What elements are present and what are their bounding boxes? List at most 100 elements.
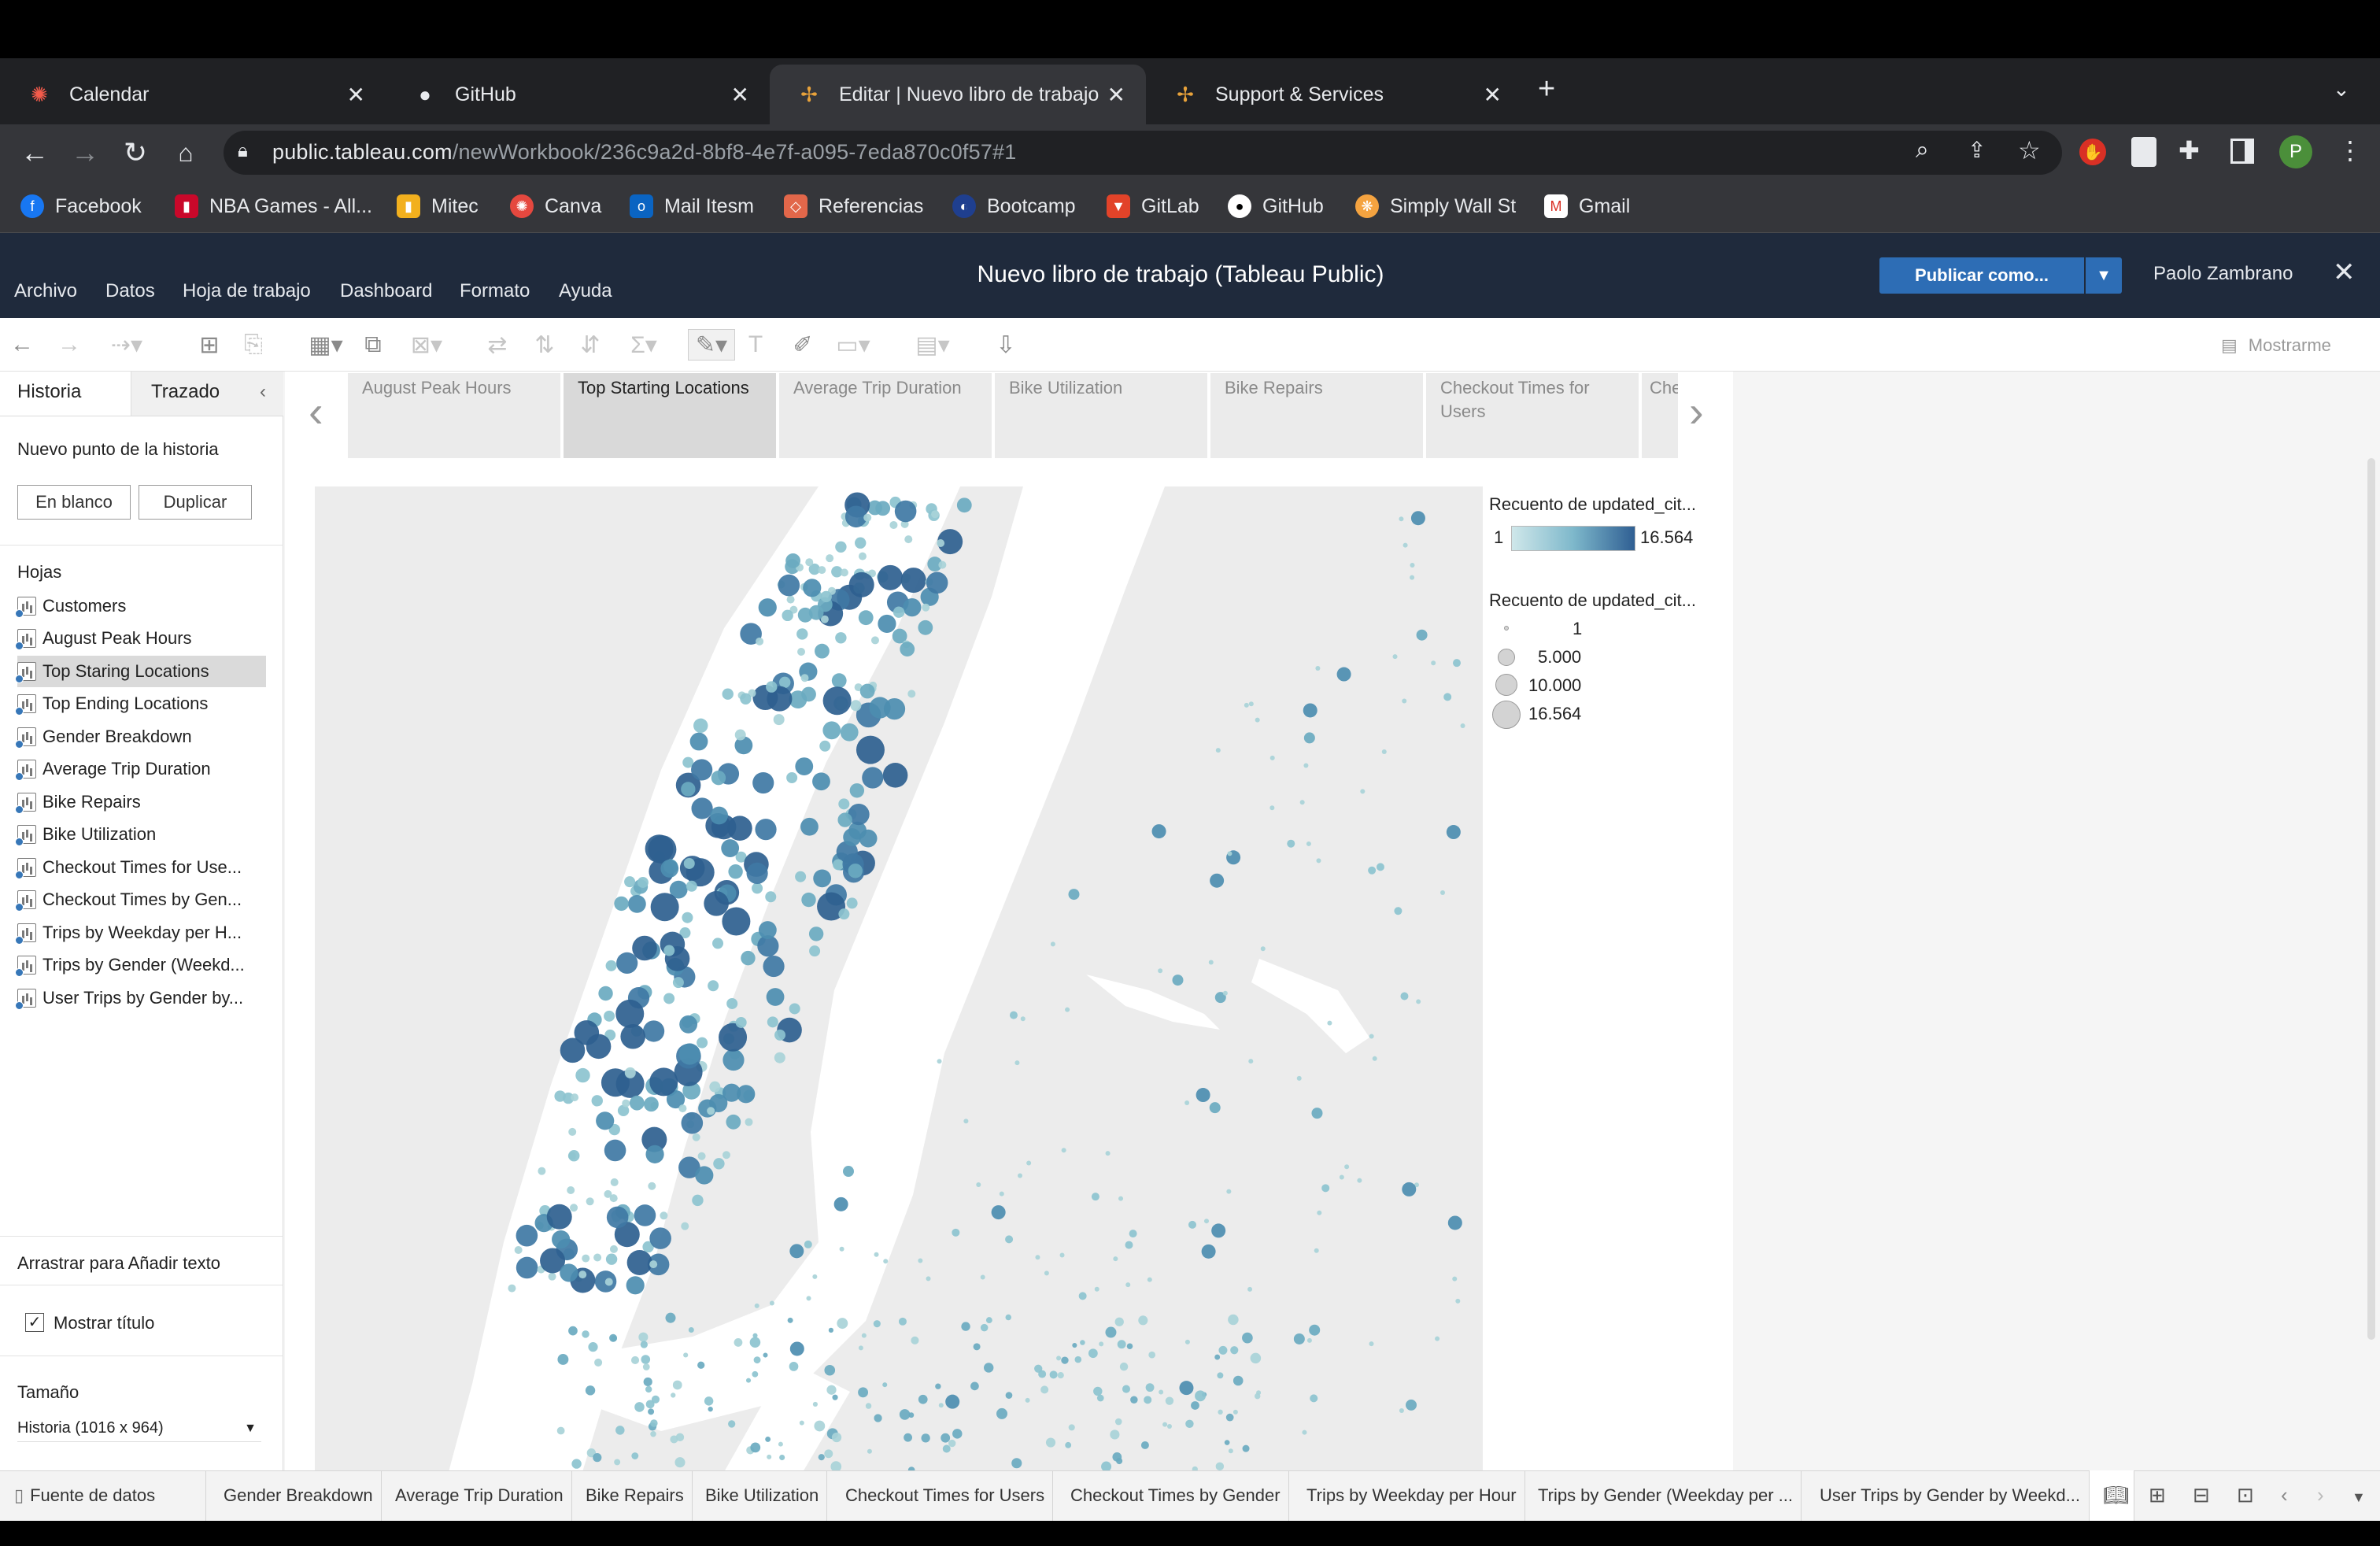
drag-text-object[interactable]: Arrastrar para Añadir texto bbox=[17, 1253, 220, 1274]
station-dot[interactable] bbox=[1399, 1407, 1404, 1413]
sheet-item-trips-by-gender[interactable]: Trips by Gender (Weekd... bbox=[15, 949, 266, 981]
station-dot[interactable] bbox=[670, 1435, 678, 1444]
station-dot[interactable] bbox=[722, 1049, 745, 1071]
station-dot[interactable] bbox=[952, 1228, 960, 1237]
station-dot[interactable] bbox=[1208, 960, 1214, 965]
station-dot[interactable] bbox=[548, 1272, 556, 1281]
station-dot[interactable] bbox=[626, 1276, 645, 1295]
station-dot[interactable] bbox=[626, 1249, 652, 1275]
station-dot[interactable] bbox=[863, 513, 872, 522]
station-dot[interactable] bbox=[840, 723, 859, 742]
station-dot[interactable] bbox=[767, 1016, 778, 1028]
station-dot[interactable] bbox=[568, 1326, 578, 1336]
forward-arrow-icon[interactable]: → bbox=[66, 134, 104, 172]
bookmark-referencias[interactable]: ◇ Referencias bbox=[784, 192, 923, 220]
station-dot[interactable] bbox=[1215, 748, 1221, 753]
station-dot[interactable] bbox=[1110, 1429, 1120, 1440]
station-dot[interactable] bbox=[637, 876, 649, 888]
new-dashboard-icon[interactable]: ⊟ bbox=[2193, 1483, 2210, 1507]
station-dot[interactable] bbox=[774, 1052, 785, 1063]
story-point-bike-utilization[interactable]: Bike Utilization bbox=[995, 373, 1207, 458]
station-dot[interactable] bbox=[763, 1352, 768, 1358]
station-dot[interactable] bbox=[1316, 858, 1321, 864]
bookmark-github[interactable]: ● GitHub bbox=[1228, 192, 1324, 220]
station-dot[interactable] bbox=[1224, 1440, 1230, 1445]
station-dot[interactable] bbox=[726, 997, 738, 1009]
station-dot[interactable] bbox=[1138, 1315, 1148, 1326]
station-dot[interactable] bbox=[801, 892, 816, 908]
station-dot[interactable] bbox=[904, 1433, 913, 1442]
station-dot[interactable] bbox=[596, 1111, 615, 1130]
station-dot[interactable] bbox=[865, 1403, 872, 1409]
station-dot[interactable] bbox=[1191, 1401, 1199, 1410]
station-dot[interactable] bbox=[622, 1099, 630, 1108]
station-dot[interactable] bbox=[820, 590, 832, 603]
station-dot[interactable] bbox=[1248, 701, 1254, 707]
sheet-tab-trips-by-gender[interactable]: Trips by Gender (Weekday per ... bbox=[1530, 1470, 1802, 1521]
station-dot[interactable] bbox=[1185, 1419, 1194, 1428]
station-dot[interactable] bbox=[1336, 667, 1351, 682]
station-dot[interactable] bbox=[918, 1258, 923, 1263]
station-dot[interactable] bbox=[1227, 851, 1232, 856]
station-dot[interactable] bbox=[560, 1037, 586, 1063]
station-dot[interactable] bbox=[786, 595, 795, 604]
station-dot[interactable] bbox=[795, 757, 814, 775]
station-dot[interactable] bbox=[858, 552, 867, 560]
station-dot[interactable] bbox=[1091, 1193, 1099, 1201]
station-dot[interactable] bbox=[795, 871, 807, 882]
station-dot[interactable] bbox=[508, 1284, 516, 1293]
station-dot[interactable] bbox=[1372, 1056, 1377, 1061]
station-dot[interactable] bbox=[985, 1317, 992, 1324]
station-dot[interactable] bbox=[812, 1274, 818, 1279]
station-dot[interactable] bbox=[837, 1318, 848, 1330]
station-dot[interactable] bbox=[1321, 1184, 1330, 1193]
station-dot[interactable] bbox=[848, 571, 874, 597]
station-dot[interactable] bbox=[645, 1385, 652, 1393]
bookmark-gitlab[interactable]: ▼ GitLab bbox=[1107, 192, 1199, 220]
station-dot[interactable] bbox=[546, 1204, 572, 1230]
station-dot[interactable] bbox=[1035, 1255, 1040, 1260]
station-dot[interactable] bbox=[697, 1037, 708, 1049]
browser-menu-icon[interactable]: ⋮ bbox=[2338, 135, 2363, 165]
station-dot[interactable] bbox=[1315, 665, 1321, 671]
new-tab-icon[interactable]: + bbox=[1538, 72, 1555, 106]
sheet-tab-checkout-times-gender[interactable]: Checkout Times by Gender bbox=[1062, 1470, 1289, 1521]
station-dot[interactable] bbox=[650, 1419, 658, 1427]
station-dot[interactable] bbox=[963, 1119, 969, 1124]
station-dot[interactable] bbox=[838, 908, 850, 920]
station-dot[interactable] bbox=[1165, 1396, 1174, 1405]
station-dot[interactable] bbox=[980, 1323, 989, 1332]
station-dot[interactable] bbox=[893, 606, 905, 618]
station-dot[interactable] bbox=[1369, 1341, 1374, 1347]
station-dot[interactable] bbox=[918, 620, 933, 635]
station-dot[interactable] bbox=[765, 1436, 771, 1442]
station-dot[interactable] bbox=[606, 1206, 629, 1229]
station-dot[interactable] bbox=[1050, 941, 1055, 947]
show-me-button[interactable]: ▤ Mostrarme bbox=[2221, 335, 2331, 356]
station-dot[interactable] bbox=[663, 993, 675, 1004]
station-dot[interactable] bbox=[1416, 629, 1428, 641]
fit-icon[interactable]: ▭▾ bbox=[831, 329, 875, 361]
station-dot[interactable] bbox=[862, 767, 884, 789]
station-dot[interactable] bbox=[873, 1320, 881, 1328]
station-dot[interactable] bbox=[1201, 1244, 1216, 1259]
station-dot[interactable] bbox=[1402, 542, 1408, 548]
station-dot[interactable] bbox=[786, 771, 798, 783]
station-dot[interactable] bbox=[605, 1253, 618, 1265]
station-dot[interactable] bbox=[1056, 1356, 1062, 1361]
station-dot[interactable] bbox=[1196, 1088, 1210, 1103]
station-dot[interactable] bbox=[858, 1387, 869, 1398]
station-dot[interactable] bbox=[681, 1222, 689, 1230]
station-dot[interactable] bbox=[582, 1254, 590, 1263]
station-dot[interactable] bbox=[750, 1442, 761, 1453]
story-point-august-peak-hours[interactable]: August Peak Hours bbox=[348, 373, 560, 458]
station-dot[interactable] bbox=[980, 1274, 985, 1280]
station-dot[interactable] bbox=[582, 1330, 589, 1338]
station-dot[interactable] bbox=[1247, 1286, 1253, 1292]
station-dot[interactable] bbox=[620, 1023, 645, 1049]
station-dot[interactable] bbox=[1303, 763, 1309, 768]
station-dot[interactable] bbox=[1014, 1060, 1020, 1066]
close-editor-icon[interactable]: ✕ bbox=[2333, 257, 2356, 288]
station-dot[interactable] bbox=[1303, 703, 1318, 718]
station-dot[interactable] bbox=[882, 1382, 888, 1388]
